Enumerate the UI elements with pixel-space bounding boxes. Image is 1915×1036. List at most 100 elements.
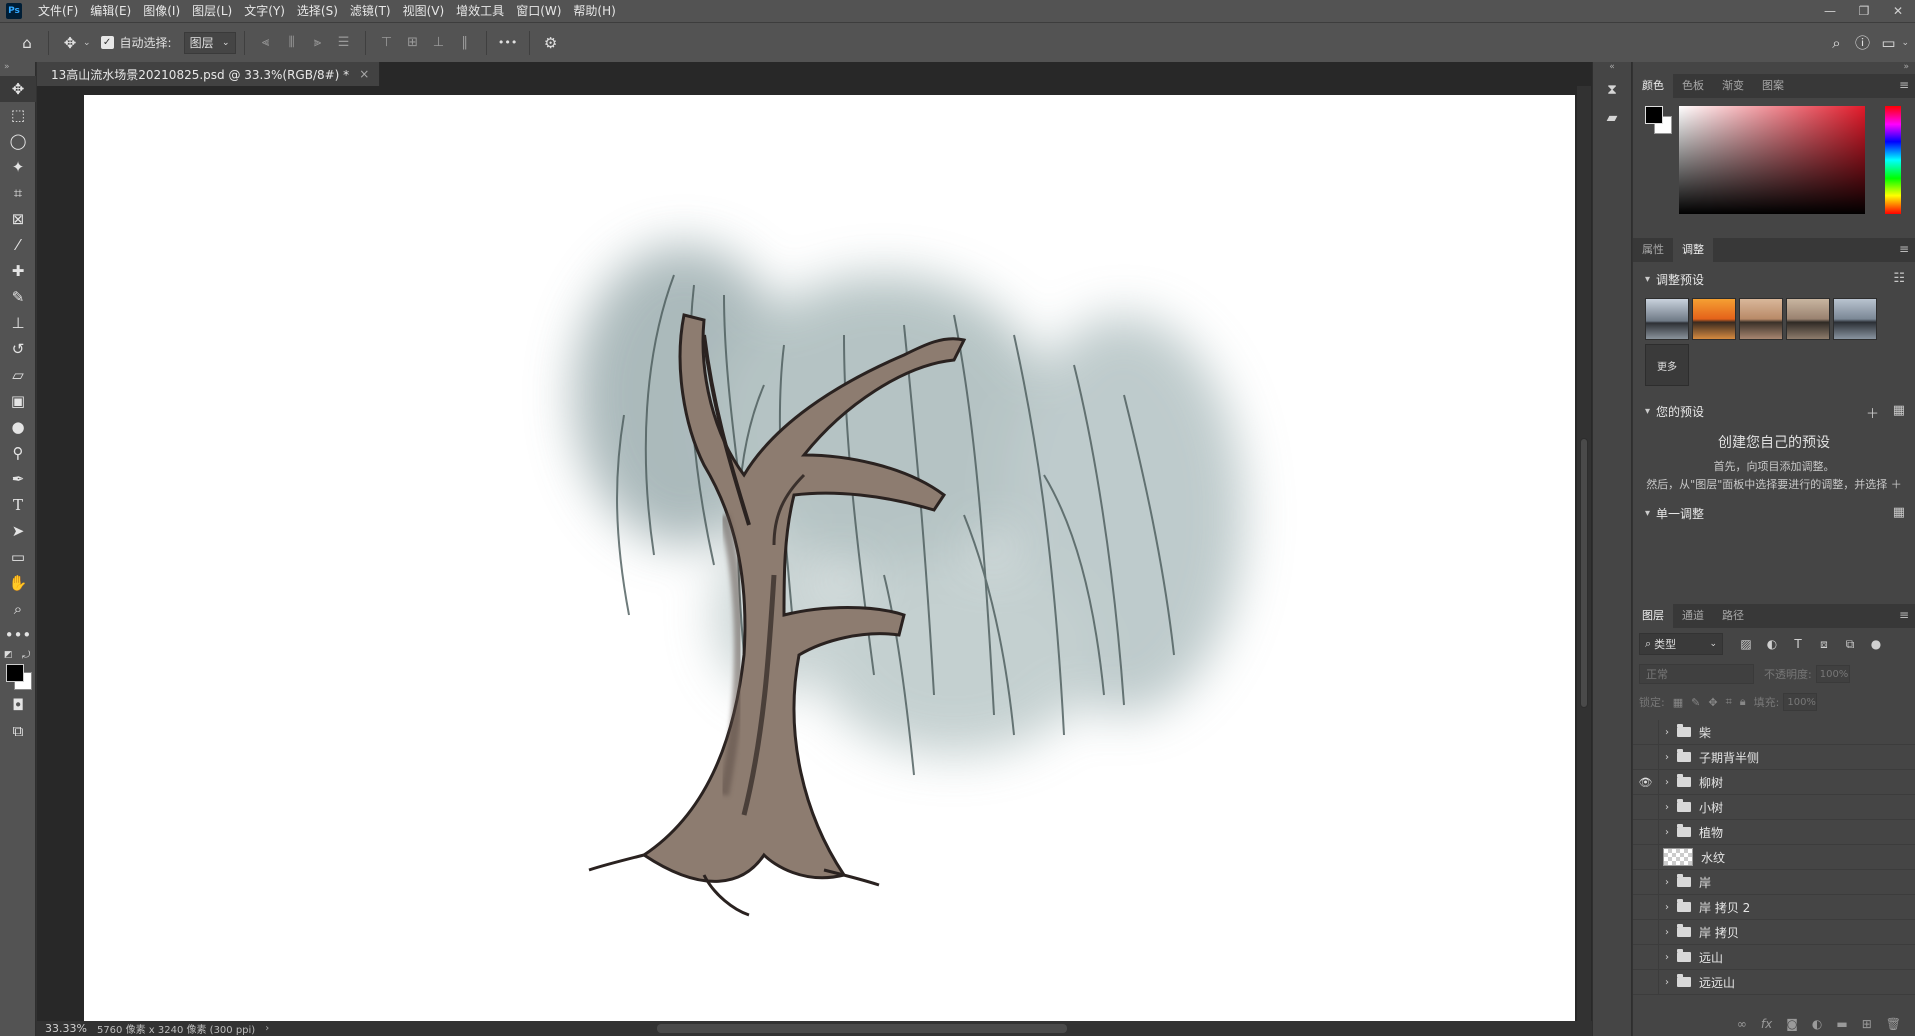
distribute-icon[interactable]: ☰ xyxy=(331,30,357,56)
type-tool-icon[interactable]: T xyxy=(0,492,36,518)
default-colors-icon[interactable]: ◩ xyxy=(4,650,13,660)
filter-adjustment-icon[interactable]: ◐ xyxy=(1761,633,1783,655)
align-vertical-center-icon[interactable]: ⊞ xyxy=(400,30,426,56)
rectangle-tool-icon[interactable]: ▭ xyxy=(0,544,36,570)
visibility-eye-icon[interactable] xyxy=(1633,919,1659,945)
zoom-tool-icon[interactable]: ⌕ xyxy=(0,596,36,622)
layer-row[interactable]: › 远远山 xyxy=(1633,969,1915,995)
vertical-scrollbar-thumb[interactable] xyxy=(1580,438,1588,708)
lock-position-icon[interactable]: ✥ xyxy=(1708,696,1717,709)
swap-colors-icon[interactable]: ⤾ xyxy=(22,650,30,661)
lock-transparent-icon[interactable]: ▦ xyxy=(1673,696,1683,709)
chevron-right-icon[interactable]: › xyxy=(1659,952,1675,963)
layer-row[interactable]: › 柴 xyxy=(1633,719,1915,745)
visibility-eye-icon[interactable]: 👁︎ xyxy=(1633,769,1659,795)
tab-gradients[interactable]: 渐变 xyxy=(1713,74,1753,98)
layer-row[interactable]: › 岸 拷贝 xyxy=(1633,919,1915,945)
history-panel-icon[interactable]: ⧗ xyxy=(1593,76,1631,104)
path-selection-tool-icon[interactable]: ➤ xyxy=(0,518,36,544)
visibility-eye-icon[interactable] xyxy=(1633,819,1659,845)
hand-tool-icon[interactable]: ✋ xyxy=(0,570,36,596)
visibility-eye-icon[interactable] xyxy=(1633,894,1659,920)
filter-pixel-icon[interactable]: ▨ xyxy=(1735,633,1757,655)
healing-brush-tool-icon[interactable]: ✚ xyxy=(0,258,36,284)
hue-slider[interactable] xyxy=(1885,106,1901,214)
menu-plugins[interactable]: 增效工具 xyxy=(450,0,510,22)
chevron-right-icon[interactable]: › xyxy=(1659,752,1675,763)
vertical-scrollbar[interactable] xyxy=(1577,86,1591,1021)
chevron-right-icon[interactable]: › xyxy=(1659,902,1675,913)
auto-select-checkbox[interactable]: ✓ xyxy=(100,36,114,49)
marquee-tool-icon[interactable]: ⬚ xyxy=(0,102,36,128)
align-bottom-icon[interactable]: ⊥ xyxy=(426,30,452,56)
visibility-eye-icon[interactable] xyxy=(1633,944,1659,970)
tab-properties[interactable]: 属性 xyxy=(1633,238,1673,262)
visibility-eye-icon[interactable] xyxy=(1633,969,1659,995)
layer-row[interactable]: › 岸 xyxy=(1633,869,1915,895)
frame-tool-icon[interactable]: ⊠ xyxy=(0,206,36,232)
add-mask-icon[interactable]: ◙ xyxy=(1786,1017,1798,1031)
layer-row[interactable]: 👁︎ › 柳树 xyxy=(1633,769,1915,795)
close-button[interactable]: ✕ xyxy=(1881,0,1915,22)
filter-shape-icon[interactable]: ⧈ xyxy=(1813,633,1835,655)
align-left-icon[interactable]: ⫷ xyxy=(253,30,279,56)
crop-tool-icon[interactable]: ⌗ xyxy=(0,180,36,206)
section-adjust-presets[interactable]: ▾ 调整预设 ☷ xyxy=(1633,266,1915,292)
magic-wand-tool-icon[interactable]: ✦ xyxy=(0,154,36,180)
layer-row[interactable]: › 岸 拷贝 2 xyxy=(1633,894,1915,920)
tab-channels[interactable]: 通道 xyxy=(1673,604,1713,628)
tab-swatches[interactable]: 色板 xyxy=(1673,74,1713,98)
minimize-button[interactable]: — xyxy=(1813,0,1847,22)
lasso-tool-icon[interactable]: ◯ xyxy=(0,128,36,154)
quick-mask-icon[interactable]: ◘ xyxy=(0,692,36,718)
help-icon[interactable]: ⓘ xyxy=(1849,30,1875,56)
screen-mode-icon[interactable]: ⧉ xyxy=(0,718,36,744)
lock-artboard-icon[interactable]: ⌗ xyxy=(1726,695,1732,709)
filter-type-icon[interactable]: T xyxy=(1787,633,1809,655)
collapse-toolbar-icon[interactable]: » xyxy=(0,62,35,76)
visibility-eye-icon[interactable] xyxy=(1633,719,1659,745)
visibility-eye-icon[interactable] xyxy=(1633,794,1659,820)
layer-row[interactable]: › 小树 xyxy=(1633,794,1915,820)
tab-paths[interactable]: 路径 xyxy=(1713,604,1753,628)
lock-all-icon[interactable]: 🔒︎ xyxy=(1740,695,1746,709)
clone-stamp-tool-icon[interactable]: ⊥ xyxy=(0,310,36,336)
workspace-chevron-icon[interactable]: ⌄ xyxy=(1901,38,1909,48)
layer-style-icon[interactable]: fx xyxy=(1761,1017,1772,1031)
section-your-presets[interactable]: ▾ 您的预设 ＋ ▦ xyxy=(1633,398,1915,424)
layer-row[interactable]: › 远山 xyxy=(1633,944,1915,970)
move-tool-icon[interactable]: ✥ xyxy=(57,30,83,56)
horizontal-scrollbar-thumb[interactable] xyxy=(657,1024,1067,1033)
panel-menu-icon[interactable]: ≡ xyxy=(1899,242,1909,256)
visibility-eye-icon[interactable] xyxy=(1633,869,1659,895)
tool-preset-chevron-icon[interactable]: ⌄ xyxy=(83,38,91,48)
layer-row[interactable]: 水纹 xyxy=(1633,844,1915,870)
dodge-tool-icon[interactable]: ⚲ xyxy=(0,440,36,466)
new-layer-icon[interactable]: ⊞ xyxy=(1862,1017,1872,1031)
collapse-right-dock-icon[interactable]: » xyxy=(1903,62,1909,72)
menu-type[interactable]: 文字(Y) xyxy=(238,0,291,22)
chevron-right-icon[interactable]: › xyxy=(1659,802,1675,813)
preset-thumbnail[interactable] xyxy=(1645,298,1689,340)
gear-icon[interactable]: ⚙ xyxy=(538,30,564,56)
menu-layer[interactable]: 图层(L) xyxy=(186,0,238,22)
preset-thumbnail[interactable] xyxy=(1692,298,1736,340)
align-horizontal-center-icon[interactable]: ⫼ xyxy=(279,30,305,56)
tab-layers[interactable]: 图层 xyxy=(1633,604,1673,628)
document-tab[interactable]: 13高山流水场景20210825.psd @ 33.3%(RGB/8#) * × xyxy=(37,62,381,86)
fill-input[interactable]: 100% xyxy=(1783,693,1818,711)
menu-select[interactable]: 选择(S) xyxy=(291,0,344,22)
menu-filter[interactable]: 滤镜(T) xyxy=(344,0,397,22)
chevron-right-icon[interactable]: › xyxy=(1659,877,1675,888)
panel-menu-icon[interactable]: ≡ xyxy=(1899,608,1909,622)
collapse-dock-icon[interactable]: « xyxy=(1593,62,1631,76)
more-options-button[interactable]: ••• xyxy=(495,30,521,56)
tab-color[interactable]: 颜色 xyxy=(1633,74,1673,98)
new-group-icon[interactable]: ▬ xyxy=(1836,1017,1847,1031)
color-picker-field[interactable] xyxy=(1679,106,1865,214)
comments-panel-icon[interactable]: ▰ xyxy=(1593,104,1631,132)
menu-window[interactable]: 窗口(W) xyxy=(510,0,567,22)
menu-view[interactable]: 视图(V) xyxy=(397,0,451,22)
blur-tool-icon[interactable]: ● xyxy=(0,414,36,440)
preset-thumbnail[interactable] xyxy=(1739,298,1783,340)
